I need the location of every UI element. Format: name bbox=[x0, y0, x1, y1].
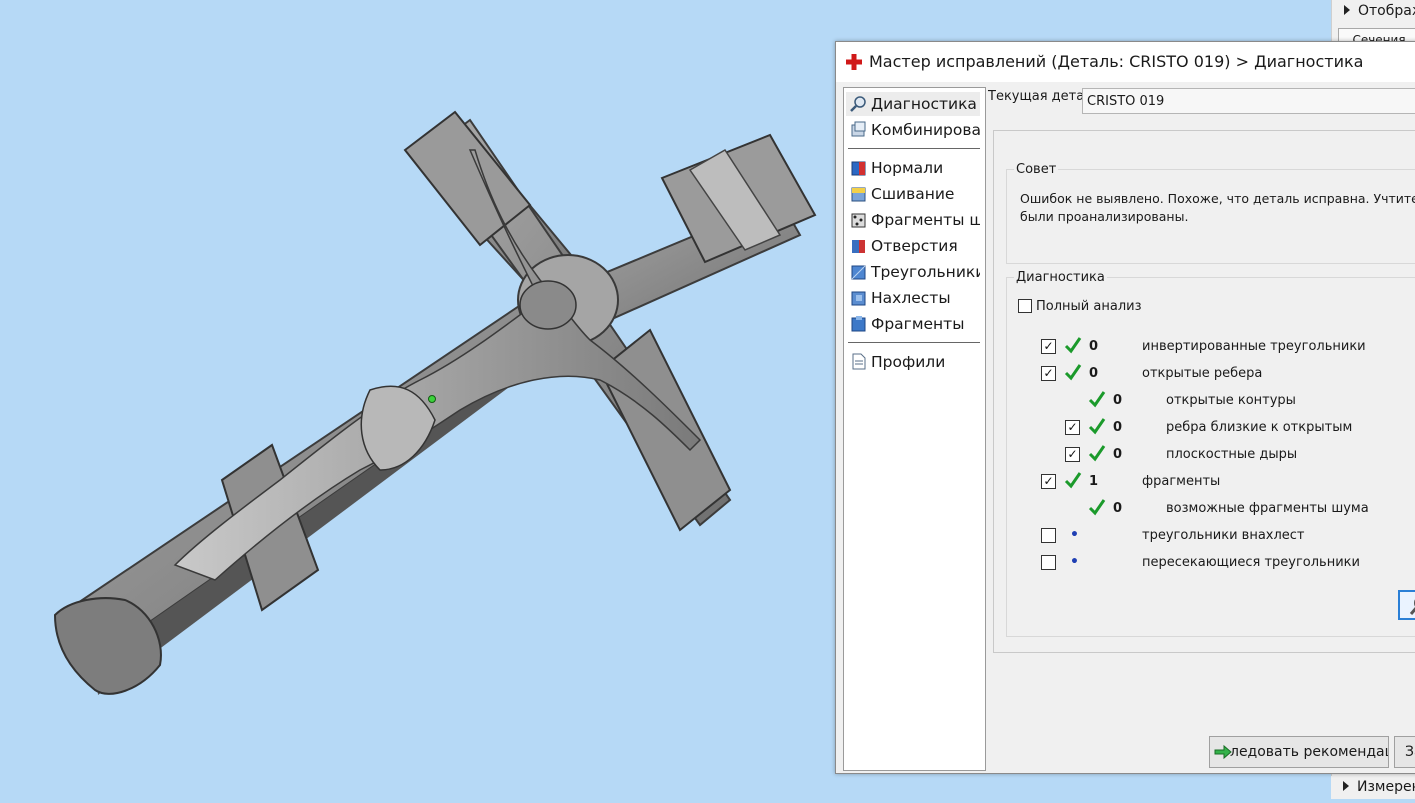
diagnostic-row: ✓ 0 ребра близкие к открытым bbox=[836, 418, 1415, 438]
nav-item-combine[interactable]: Комбинирова... bbox=[846, 118, 980, 142]
green-checkmark-icon bbox=[1088, 391, 1106, 408]
diagnostic-row: ✓ 0 плоскостные дыры bbox=[836, 445, 1415, 465]
diagnostic-checkbox[interactable]: ✓ bbox=[1041, 339, 1056, 354]
diagnostic-checkbox[interactable]: ✓ bbox=[1065, 447, 1080, 462]
diagnostic-count: 0 bbox=[1113, 420, 1123, 435]
nav-item-triangles[interactable]: Треугольники bbox=[846, 260, 980, 284]
diagnostic-count: 0 bbox=[1113, 501, 1123, 516]
normals-icon bbox=[851, 161, 866, 176]
diagnostic-row: ✓ 1 фрагменты bbox=[836, 472, 1415, 492]
tip-line-2: были проанализированы. bbox=[1020, 209, 1189, 224]
expand-triangle-icon bbox=[1343, 781, 1349, 791]
diagnostics-group-title: Диагностика bbox=[1014, 270, 1107, 285]
nav-item-label: Диагностика bbox=[871, 95, 977, 113]
diagnostic-row: 0 возможные фрагменты шума bbox=[836, 499, 1415, 519]
nav-item-noise-shells[interactable]: Фрагменты шу... bbox=[846, 208, 980, 232]
pending-dot-icon: • bbox=[1070, 554, 1079, 570]
green-checkmark-icon bbox=[1088, 418, 1106, 435]
green-checkmark-icon bbox=[1064, 337, 1082, 354]
diagnostic-row: 0 открытые контуры bbox=[836, 391, 1415, 411]
nav-item-label: Фрагменты bbox=[871, 315, 965, 333]
shells-icon bbox=[851, 316, 866, 332]
green-checkmark-icon bbox=[1088, 499, 1106, 516]
red-cross-icon bbox=[846, 54, 862, 70]
nav-item-normals[interactable]: Нормали bbox=[846, 156, 980, 180]
diagnostic-count: 1 bbox=[1089, 474, 1099, 489]
nav-item-label: Нахлесты bbox=[871, 289, 951, 307]
diagnostic-checkbox[interactable] bbox=[1041, 555, 1056, 570]
diagnostic-count: 0 bbox=[1089, 339, 1099, 354]
diagnostic-label: треугольники внахлест bbox=[1142, 528, 1305, 543]
close-button-label: За bbox=[1405, 744, 1415, 760]
diagnostic-checkbox[interactable] bbox=[1041, 528, 1056, 543]
display-section-row[interactable]: Отображ bbox=[1332, 0, 1415, 22]
dialog-title: Мастер исправлений (Деталь: CRISTO 019) … bbox=[869, 52, 1364, 71]
diagnostic-row: • треугольники внахлест bbox=[836, 526, 1415, 546]
display-section-label: Отображ bbox=[1358, 3, 1415, 19]
nav-separator bbox=[848, 148, 980, 149]
fix-wizard-dialog: Мастер исправлений (Деталь: CRISTO 019) … bbox=[835, 41, 1415, 774]
diagnostic-count: 0 bbox=[1113, 393, 1123, 408]
nav-item-stitch[interactable]: Сшивание bbox=[846, 182, 980, 206]
follow-recommendations-button[interactable]: ледовать рекомендациям bbox=[1209, 736, 1389, 768]
diagnostic-label: возможные фрагменты шума bbox=[1166, 501, 1369, 516]
diagnostic-label: открытые ребера bbox=[1142, 366, 1263, 381]
diagnostic-checkbox[interactable]: ✓ bbox=[1041, 366, 1056, 381]
diagnostic-count: 0 bbox=[1089, 366, 1099, 381]
diagnostic-count: 0 bbox=[1113, 447, 1123, 462]
overlaps-icon bbox=[851, 291, 866, 306]
diagnostic-row: • пересекающиеся треугольники bbox=[836, 553, 1415, 573]
nav-item-label: Комбинирова... bbox=[871, 121, 980, 139]
nav-item-magnifier[interactable]: Диагностика bbox=[846, 92, 980, 116]
pending-dot-icon: • bbox=[1070, 527, 1079, 543]
tip-text: Ошибок не выявлено. Похоже, что деталь и… bbox=[1020, 190, 1415, 226]
nav-item-label: Отверстия bbox=[871, 237, 958, 255]
diagnostic-row: ✓ 0 открытые ребера bbox=[836, 364, 1415, 384]
full-analysis-label: Полный анализ bbox=[1036, 299, 1142, 314]
nav-item-overlaps[interactable]: Нахлесты bbox=[846, 286, 980, 310]
green-checkmark-icon bbox=[1064, 364, 1082, 381]
green-checkmark-icon bbox=[1088, 445, 1106, 462]
close-button[interactable]: За bbox=[1394, 736, 1415, 768]
analyze-button[interactable] bbox=[1398, 590, 1415, 620]
combine-icon bbox=[851, 121, 866, 137]
diagnostic-label: инвертированные треугольники bbox=[1142, 339, 1366, 354]
current-part-field[interactable]: CRISTO 019 bbox=[1082, 88, 1415, 114]
magnifier-icon bbox=[850, 96, 866, 112]
nav-item-label: Треугольники bbox=[871, 263, 980, 281]
follow-recommendations-label: ледовать рекомендациям bbox=[1230, 744, 1388, 760]
nav-item-label: Фрагменты шу... bbox=[871, 211, 980, 229]
measurements-section-label: Измерен bbox=[1357, 779, 1415, 795]
expand-triangle-icon bbox=[1344, 5, 1350, 15]
diagnostic-row: ✓ 0 инвертированные треугольники bbox=[836, 337, 1415, 357]
holes-icon bbox=[852, 240, 865, 253]
green-checkmark-icon bbox=[1064, 472, 1082, 489]
magnifier-icon bbox=[1409, 599, 1415, 615]
diagnostic-label: ребра близкие к открытым bbox=[1166, 420, 1353, 435]
nav-item-holes[interactable]: Отверстия bbox=[846, 234, 980, 258]
diagnostic-label: фрагменты bbox=[1142, 474, 1221, 489]
tip-line-1: Ошибок не выявлено. Похоже, что деталь и… bbox=[1020, 191, 1415, 206]
tip-group-title: Совет bbox=[1014, 162, 1059, 177]
measurements-section-row[interactable]: Измерен bbox=[1331, 776, 1415, 799]
diagnostic-label: плоскостные дыры bbox=[1166, 447, 1298, 462]
noise-shells-icon bbox=[851, 213, 866, 228]
stitch-icon bbox=[851, 187, 866, 202]
diagnostic-label: пересекающиеся треугольники bbox=[1142, 555, 1360, 570]
nav-item-label: Нормали bbox=[871, 159, 944, 177]
diagnostic-checkbox[interactable]: ✓ bbox=[1041, 474, 1056, 489]
triangles-icon bbox=[851, 265, 866, 280]
nav-item-label: Сшивание bbox=[871, 185, 955, 203]
nav-item-shells[interactable]: Фрагменты bbox=[846, 312, 980, 336]
full-analysis-checkbox[interactable] bbox=[1018, 299, 1032, 313]
dialog-titlebar[interactable]: Мастер исправлений (Деталь: CRISTO 019) … bbox=[836, 42, 1415, 82]
diagnostic-label: открытые контуры bbox=[1166, 393, 1296, 408]
diagnostic-checkbox[interactable]: ✓ bbox=[1065, 420, 1080, 435]
